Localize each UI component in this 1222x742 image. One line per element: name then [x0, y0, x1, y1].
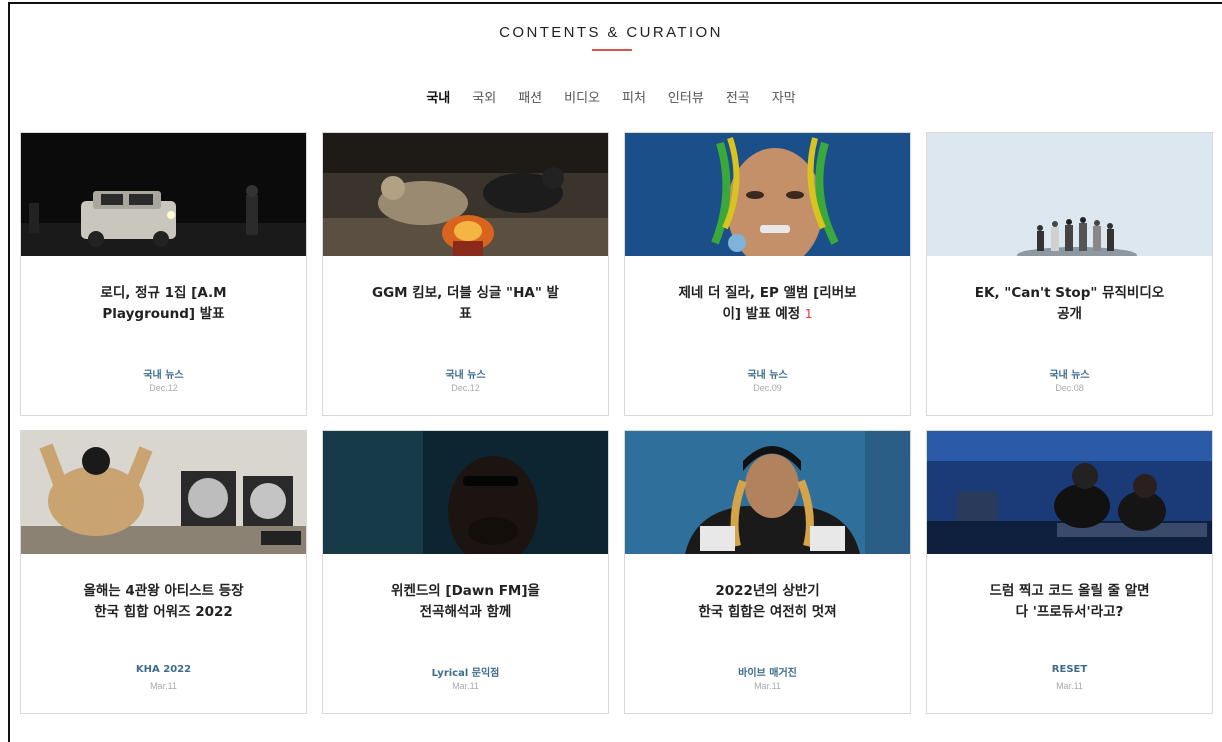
tab-feature[interactable]: 피처: [611, 87, 657, 106]
tab-interview[interactable]: 인터뷰: [657, 87, 715, 106]
article-thumbnail[interactable]: [323, 133, 608, 256]
article-card[interactable]: 올해는 4관왕 아티스트 등장 한국 힙합 어워즈 2022 KHA 2022 …: [20, 430, 307, 714]
comment-count: 1: [804, 307, 813, 321]
article-category[interactable]: Lyrical 문익점: [323, 664, 608, 679]
article-card[interactable]: GGM 킴보, 더블 싱글 "HA" 발 표 국내 뉴스 Dec.12: [322, 132, 609, 416]
article-date: Mar.11: [754, 681, 781, 691]
article-title[interactable]: 드럼 찍고 코드 올릴 줄 알면 다 '프로듀서'라고?: [947, 581, 1192, 623]
article-date: Dec.12: [451, 383, 480, 393]
article-category[interactable]: 국내 뉴스: [625, 366, 910, 381]
article-grid: 로디, 정규 1집 [A.M Playground] 발표 국내 뉴스 Dec.…: [20, 132, 1214, 714]
article-date: Mar.11: [452, 681, 479, 691]
article-category[interactable]: RESET: [927, 664, 1212, 675]
article-date: Dec.12: [149, 383, 178, 393]
article-card[interactable]: 제네 더 질라, EP 앨범 [리버보 이] 발표 예정 1 국내 뉴스 Dec…: [624, 132, 911, 416]
article-thumbnail[interactable]: [21, 133, 306, 256]
tab-full-album[interactable]: 전곡: [715, 87, 761, 106]
article-date: Dec.09: [753, 383, 782, 393]
article-card[interactable]: 위켄드의 [Dawn FM]을 전곡해석과 함께 Lyrical 문익점 Mar…: [322, 430, 609, 714]
article-title[interactable]: EK, "Can't Stop" 뮤직비디오 공개: [947, 283, 1192, 325]
article-date: Mar.11: [150, 681, 177, 691]
tab-fashion[interactable]: 패션: [507, 87, 553, 106]
article-thumbnail[interactable]: [625, 431, 910, 554]
tab-video[interactable]: 비디오: [553, 87, 611, 106]
article-title[interactable]: 올해는 4관왕 아티스트 등장 한국 힙합 어워즈 2022: [41, 581, 286, 623]
article-category[interactable]: 국내 뉴스: [323, 366, 608, 381]
article-category[interactable]: 국내 뉴스: [927, 366, 1212, 381]
article-category[interactable]: 국내 뉴스: [21, 366, 306, 381]
article-thumbnail[interactable]: [21, 431, 306, 554]
article-title[interactable]: 위켄드의 [Dawn FM]을 전곡해석과 함께: [343, 581, 588, 623]
article-category[interactable]: 바이브 매거진: [625, 664, 910, 679]
tab-international[interactable]: 국외: [461, 87, 507, 106]
article-category[interactable]: KHA 2022: [21, 664, 306, 675]
article-card[interactable]: 로디, 정규 1집 [A.M Playground] 발표 국내 뉴스 Dec.…: [20, 132, 307, 416]
article-title[interactable]: 제네 더 질라, EP 앨범 [리버보 이] 발표 예정 1: [645, 283, 890, 325]
tab-subtitles[interactable]: 자막: [761, 87, 807, 106]
article-date: Mar.11: [1056, 681, 1083, 691]
tab-domestic[interactable]: 국내: [415, 87, 461, 106]
article-card[interactable]: EK, "Can't Stop" 뮤직비디오 공개 국내 뉴스 Dec.08: [926, 132, 1213, 416]
article-card[interactable]: 드럼 찍고 코드 올릴 줄 알면 다 '프로듀서'라고? RESET Mar.1…: [926, 430, 1213, 714]
article-title[interactable]: GGM 킴보, 더블 싱글 "HA" 발 표: [343, 283, 588, 325]
article-thumbnail[interactable]: [927, 133, 1212, 256]
article-thumbnail[interactable]: [625, 133, 910, 256]
article-title[interactable]: 로디, 정규 1집 [A.M Playground] 발표: [41, 283, 286, 325]
article-thumbnail[interactable]: [927, 431, 1212, 554]
section-title: CONTENTS & CURATION: [499, 24, 723, 41]
article-card[interactable]: 2022년의 상반기 한국 힙합은 여전히 멋져 바이브 매거진 Mar.11: [624, 430, 911, 714]
article-date: Dec.08: [1055, 383, 1084, 393]
article-title[interactable]: 2022년의 상반기 한국 힙합은 여전히 멋져: [645, 581, 890, 623]
article-thumbnail[interactable]: [323, 431, 608, 554]
title-underline: [592, 49, 632, 51]
category-tabs: 국내 국외 패션 비디오 피처 인터뷰 전곡 자막: [0, 87, 1222, 106]
